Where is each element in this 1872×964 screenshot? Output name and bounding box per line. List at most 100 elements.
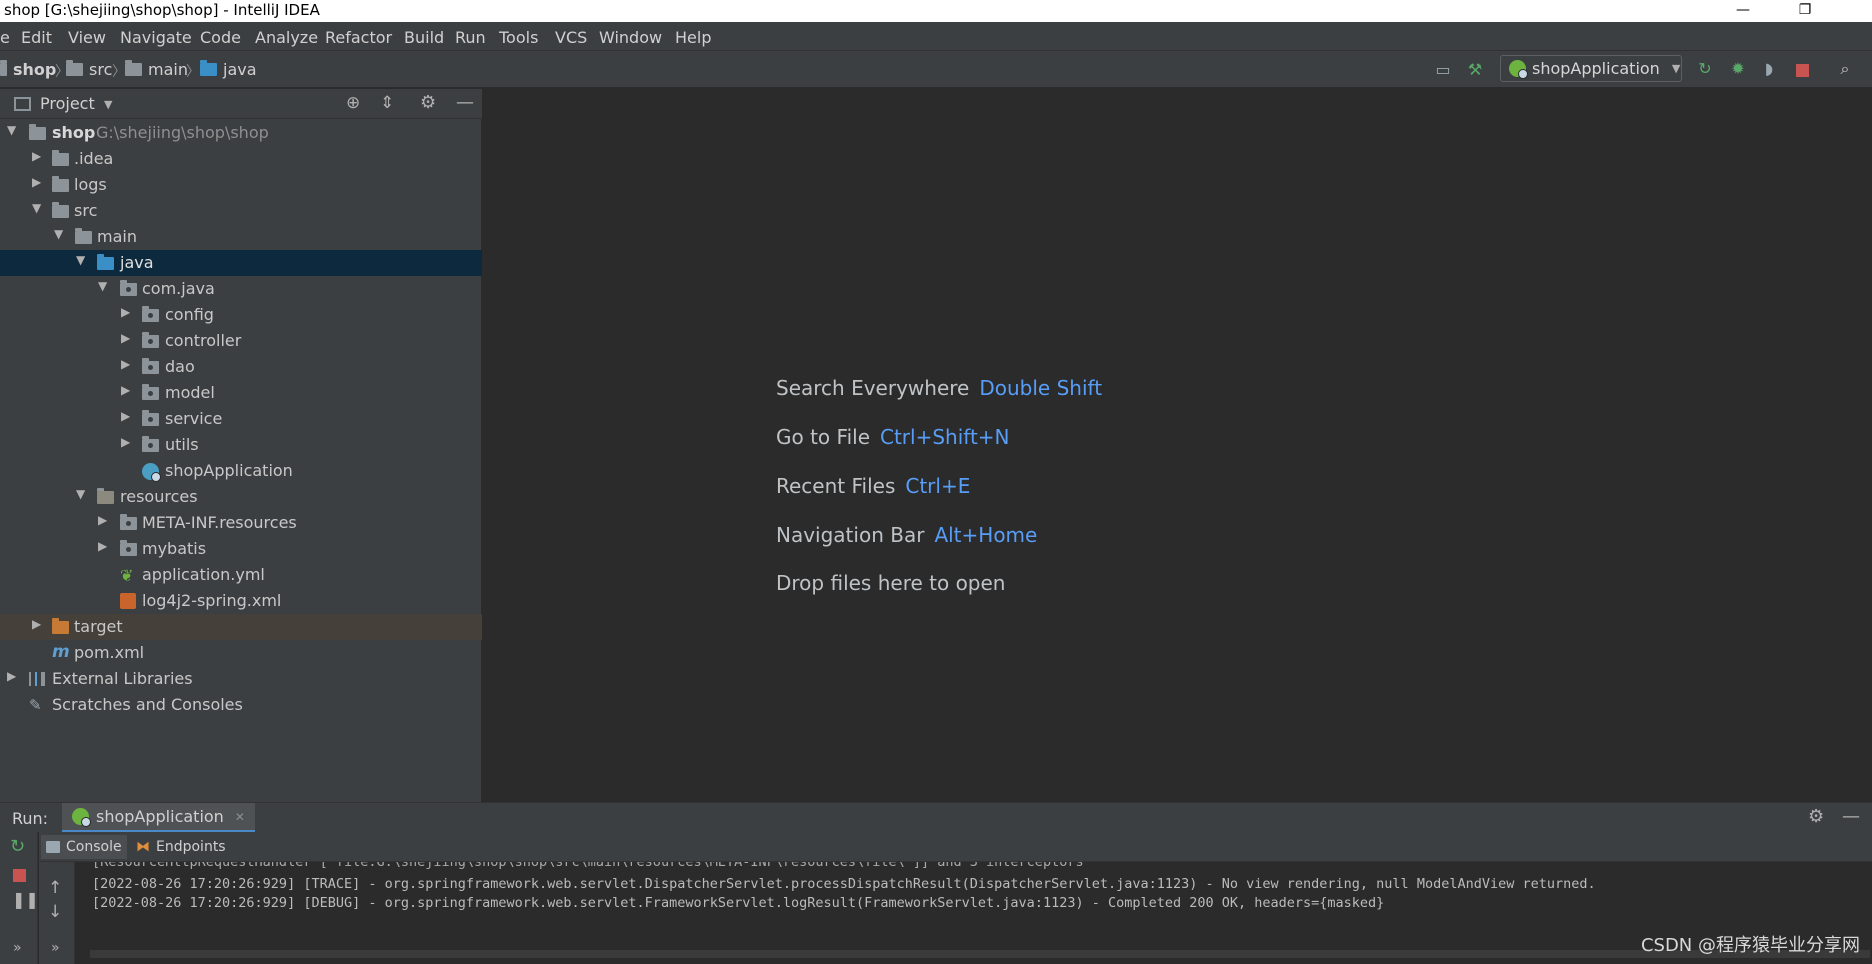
gear-icon[interactable]: ⚙ (420, 92, 436, 113)
menu-window[interactable]: Window (599, 28, 662, 47)
hint-text: Search Everywhere (776, 376, 970, 400)
tree-item-com-java[interactable]: ▼ com.java (0, 276, 482, 302)
menu-build[interactable]: Build (404, 28, 444, 47)
menu-run[interactable]: Run (455, 28, 486, 47)
stop-icon[interactable] (1796, 64, 1809, 77)
tree-item-mybatis[interactable]: ▶ mybatis (0, 536, 482, 562)
collapsed-arrow-icon[interactable]: ▶ (121, 305, 130, 319)
tree-item-label: mybatis (142, 539, 207, 558)
breadcrumb-shop-label: shop (13, 60, 57, 79)
menu-navigate[interactable]: Navigate (120, 28, 192, 47)
package-icon (120, 540, 137, 556)
coverage-icon[interactable]: ◗ (1758, 58, 1780, 80)
expanded-arrow-icon[interactable]: ▼ (7, 123, 16, 137)
breadcrumb-main[interactable]: main (125, 60, 188, 79)
hide-panel-icon[interactable]: — (1842, 806, 1860, 827)
menu-edit[interactable]: Edit (21, 28, 52, 47)
menu-view[interactable]: View (68, 28, 106, 47)
menu-code[interactable]: Code (200, 28, 241, 47)
more-icon[interactable]: » (51, 940, 60, 956)
breadcrumb-java[interactable]: java (200, 60, 257, 79)
run-label: Run: (12, 809, 49, 828)
tree-item-utils[interactable]: ▶ utils (0, 432, 482, 458)
collapsed-arrow-icon[interactable]: ▶ (121, 383, 130, 397)
tree-item-path: G:\shejiing\shop\shop (96, 123, 269, 142)
tab-endpoints[interactable]: ⧓ Endpoints (131, 835, 231, 859)
breadcrumb-src[interactable]: src (66, 60, 112, 79)
terminal-icon[interactable]: ▭ (1432, 59, 1454, 81)
collapsed-arrow-icon[interactable]: ▶ (121, 331, 130, 345)
hide-panel-icon[interactable]: — (456, 92, 474, 113)
menu-analyze[interactable]: Analyze (255, 28, 318, 47)
collapsed-arrow-icon[interactable]: ▶ (98, 539, 107, 553)
menu-help[interactable]: Help (675, 28, 711, 47)
arrow-up-icon[interactable]: ↑ (48, 878, 62, 898)
tree-item-label: .idea (74, 149, 114, 168)
tree-item-shopapplication[interactable]: shopApplication (0, 458, 482, 484)
horizontal-scrollbar[interactable] (90, 950, 1870, 958)
menu-vcs[interactable]: VCS (555, 28, 587, 47)
rerun-icon[interactable]: ↻ (1694, 58, 1716, 80)
tab-console[interactable]: Console (41, 835, 127, 859)
scratches-icon: ✎ (29, 696, 42, 714)
menu-tools[interactable]: Tools (499, 28, 538, 47)
tree-item-external-libraries[interactable]: ▶ External Libraries (0, 666, 482, 692)
tree-item-controller[interactable]: ▶ controller (0, 328, 482, 354)
tree-item-src[interactable]: ▼ src (0, 198, 482, 224)
pause-icon[interactable]: ❚❚ (12, 890, 39, 909)
maximize-button[interactable]: ❐ (1782, 0, 1828, 22)
stop-icon[interactable] (13, 869, 26, 882)
tree-item-pom[interactable]: m pom.xml (0, 640, 482, 666)
collapsed-arrow-icon[interactable]: ▶ (32, 617, 41, 631)
console-output[interactable]: [ResourceHttpRequestHandler ["file:G:\sh… (76, 862, 1872, 964)
minimize-button[interactable]: — (1720, 0, 1766, 22)
debug-bug-icon[interactable]: ✹ (1727, 58, 1749, 80)
tree-item-dao[interactable]: ▶ dao (0, 354, 482, 380)
tree-item-application-yml[interactable]: ❦ application.yml (0, 562, 482, 588)
collapsed-arrow-icon[interactable]: ▶ (32, 175, 41, 189)
tree-item-logs[interactable]: ▶ logs (0, 172, 482, 198)
tree-item-java[interactable]: ▼ java (0, 250, 482, 276)
collapsed-arrow-icon[interactable]: ▶ (98, 513, 107, 527)
expanded-arrow-icon[interactable]: ▼ (32, 201, 41, 215)
tree-item-service[interactable]: ▶ service (0, 406, 482, 432)
expanded-arrow-icon[interactable]: ▼ (76, 487, 85, 501)
menu-file[interactable]: e (0, 28, 10, 47)
tree-item-target[interactable]: ▶ target (0, 614, 482, 640)
collapsed-arrow-icon[interactable]: ▶ (7, 669, 16, 683)
collapse-all-icon[interactable]: ⇕ (380, 93, 394, 113)
collapsed-arrow-icon[interactable]: ▶ (121, 409, 130, 423)
folder-icon (52, 202, 69, 218)
tree-item-scratches[interactable]: ✎ Scratches and Consoles (0, 692, 482, 718)
expanded-arrow-icon[interactable]: ▼ (76, 253, 85, 267)
chevron-down-icon[interactable]: ▼ (104, 98, 112, 111)
close-icon[interactable]: ✕ (235, 810, 245, 824)
editor-area[interactable]: Search Everywhere Double Shift Go to File… (483, 89, 1872, 802)
build-hammer-icon[interactable]: ⚒ (1464, 59, 1486, 81)
run-configuration-select[interactable]: shopApplication ▼ (1500, 55, 1682, 82)
project-panel-title[interactable]: Project (40, 94, 95, 113)
menu-refactor[interactable]: Refactor (325, 28, 392, 47)
arrow-down-icon[interactable]: ↓ (48, 902, 62, 922)
locate-target-icon[interactable]: ⊕ (346, 93, 360, 113)
tree-item-resources[interactable]: ▼ resources (0, 484, 482, 510)
tree-item-log4j2[interactable]: log4j2-spring.xml (0, 588, 482, 614)
tree-item-model[interactable]: ▶ model (0, 380, 482, 406)
run-tab-shopapplication[interactable]: shopApplication ✕ (62, 803, 255, 833)
collapsed-arrow-icon[interactable]: ▶ (121, 357, 130, 371)
tree-item-main[interactable]: ▼ main (0, 224, 482, 250)
tree-item-idea[interactable]: ▶ .idea (0, 146, 482, 172)
search-icon[interactable]: ⌕ (1834, 58, 1856, 80)
rerun-icon[interactable]: ↻ (10, 836, 25, 857)
gear-icon[interactable]: ⚙ (1808, 806, 1824, 827)
more-icon[interactable]: » (13, 940, 22, 956)
expanded-arrow-icon[interactable]: ▼ (54, 227, 63, 241)
package-icon (142, 384, 159, 400)
expanded-arrow-icon[interactable]: ▼ (98, 279, 107, 293)
collapsed-arrow-icon[interactable]: ▶ (32, 149, 41, 163)
breadcrumb-shop[interactable]: shop (0, 60, 56, 79)
tree-item-config[interactable]: ▶ config (0, 302, 482, 328)
tree-item-meta-inf[interactable]: ▶ META-INF.resources (0, 510, 482, 536)
tree-item-shop[interactable]: ▼ shop G:\shejiing\shop\shop (0, 120, 482, 146)
collapsed-arrow-icon[interactable]: ▶ (121, 435, 130, 449)
